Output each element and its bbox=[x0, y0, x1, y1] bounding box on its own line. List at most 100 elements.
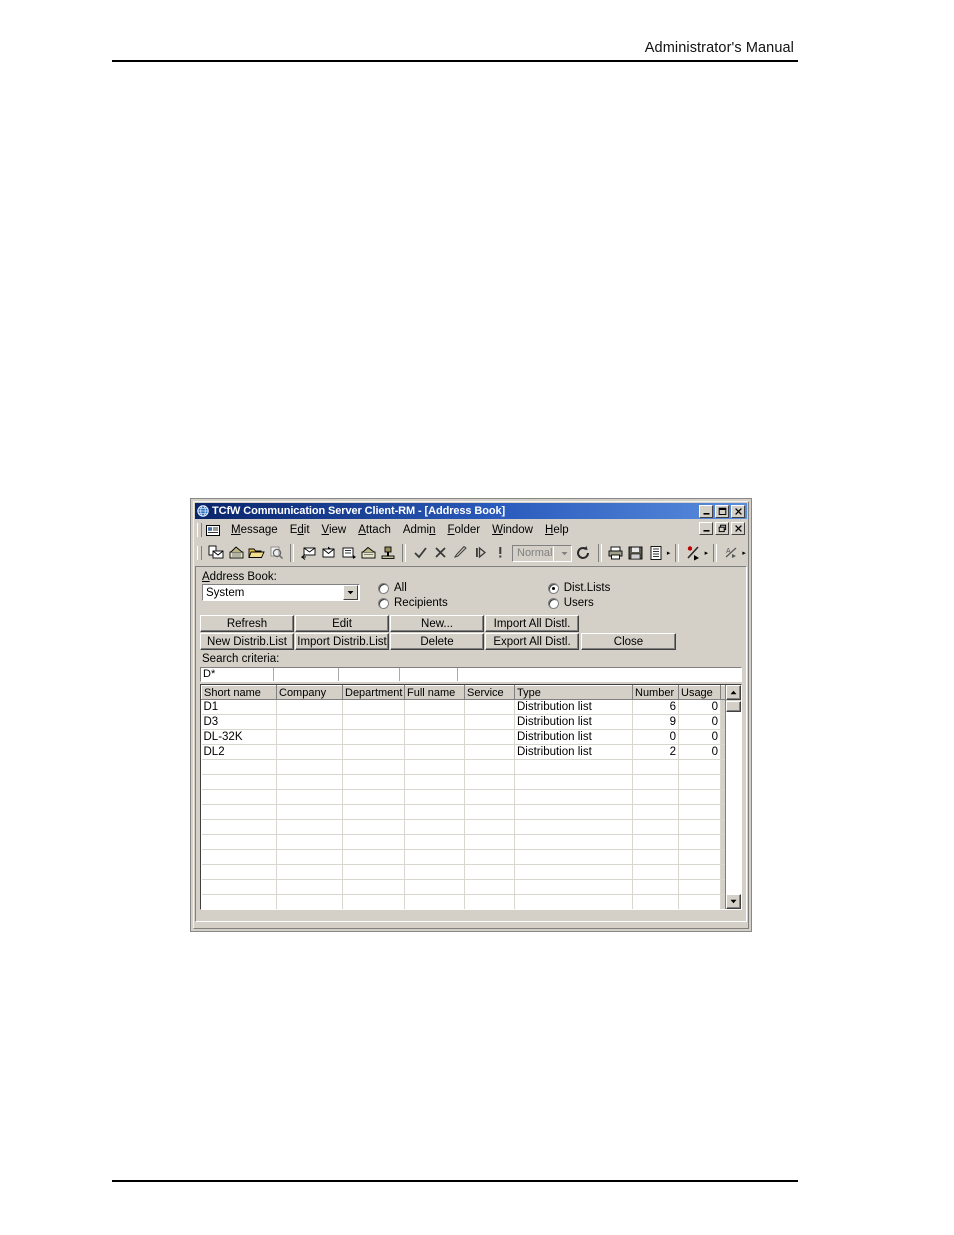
radio-all[interactable]: All bbox=[378, 582, 448, 594]
mark-read-icon[interactable] bbox=[683, 543, 703, 563]
chevron-down-icon[interactable] bbox=[343, 585, 358, 600]
menu-item-help[interactable]: Help bbox=[539, 523, 575, 537]
toolbar-drag-grip[interactable] bbox=[197, 546, 202, 560]
cell-usage: 0 bbox=[678, 744, 721, 760]
results-vertical-scrollbar[interactable] bbox=[725, 685, 741, 909]
column-header-number[interactable]: Number bbox=[632, 685, 679, 700]
save-icon[interactable] bbox=[626, 543, 646, 563]
table-row-empty[interactable] bbox=[201, 774, 725, 790]
cell-empty bbox=[276, 849, 343, 865]
menu-item-view[interactable]: View bbox=[316, 523, 353, 537]
edit-button[interactable]: Edit bbox=[295, 615, 389, 632]
scroll-down-button[interactable] bbox=[726, 894, 741, 909]
toolbar-overflow-icon[interactable]: ▸ bbox=[666, 547, 672, 559]
forward-icon[interactable] bbox=[338, 543, 358, 563]
column-header-full-name[interactable]: Full name bbox=[404, 685, 465, 700]
menu-item-attach[interactable]: Attach bbox=[352, 523, 397, 537]
delete-button[interactable]: Delete bbox=[390, 633, 484, 650]
import-all-distl-button[interactable]: Import All Distl. bbox=[485, 615, 579, 632]
address-book-combo[interactable]: System bbox=[202, 584, 360, 601]
column-header-type[interactable]: Type bbox=[514, 685, 633, 700]
column-header-usage[interactable]: Usage bbox=[678, 685, 721, 700]
table-row-empty[interactable] bbox=[201, 804, 725, 820]
address-book-icon[interactable] bbox=[358, 543, 378, 563]
table-row[interactable]: D3 Distribution list 9 0 bbox=[201, 714, 725, 730]
mdi-close-button[interactable] bbox=[731, 522, 745, 535]
mdi-minimize-button[interactable] bbox=[699, 522, 713, 535]
scroll-track[interactable] bbox=[726, 712, 741, 894]
menu-item-message[interactable]: MMessageessage bbox=[225, 523, 284, 537]
refresh-icon[interactable] bbox=[574, 543, 594, 563]
cell-empty bbox=[514, 834, 633, 850]
search-input-company[interactable] bbox=[274, 668, 339, 681]
import-distrib-list-button[interactable]: Import Distrib.List bbox=[295, 633, 389, 650]
close-button[interactable] bbox=[731, 504, 745, 518]
menu-item-edit[interactable]: Edit bbox=[284, 523, 316, 537]
new-distrib-list-button[interactable]: New Distrib.List bbox=[200, 633, 294, 650]
chevron-down-icon[interactable] bbox=[552, 545, 571, 561]
priority-combo[interactable]: Normal bbox=[512, 544, 572, 562]
toolbar-overflow-icon[interactable]: ▸ bbox=[741, 547, 747, 559]
table-row[interactable]: D1 Distribution list 6 0 bbox=[201, 699, 725, 715]
signature-icon[interactable]: A bbox=[721, 543, 741, 563]
mdi-restore-button[interactable] bbox=[715, 522, 729, 535]
document-icon[interactable] bbox=[206, 524, 220, 536]
export-all-distl-button[interactable]: Export All Distl. bbox=[485, 633, 579, 650]
send-icon[interactable] bbox=[378, 543, 398, 563]
open-folder-icon[interactable] bbox=[246, 543, 266, 563]
column-header-short-name[interactable]: Short name bbox=[201, 685, 277, 700]
new-address-icon[interactable] bbox=[226, 543, 246, 563]
find-icon[interactable] bbox=[266, 543, 286, 563]
toolbar-overflow-icon[interactable]: ▸ bbox=[703, 547, 709, 559]
close-dialog-button[interactable]: Close bbox=[581, 633, 676, 650]
table-row-empty[interactable] bbox=[201, 864, 725, 880]
table-row-empty[interactable] bbox=[201, 894, 725, 909]
reply-all-icon[interactable] bbox=[318, 543, 338, 563]
table-row[interactable]: DL2 Distribution list 2 0 bbox=[201, 744, 725, 760]
priority-icon[interactable] bbox=[490, 543, 510, 563]
new-message-icon[interactable] bbox=[206, 543, 226, 563]
cell-empty bbox=[404, 759, 465, 775]
scroll-up-button[interactable] bbox=[726, 685, 741, 700]
cell-empty bbox=[464, 894, 515, 909]
check-icon[interactable] bbox=[410, 543, 430, 563]
delete-x-icon[interactable] bbox=[430, 543, 450, 563]
table-row-empty[interactable] bbox=[201, 789, 725, 805]
table-row-empty[interactable] bbox=[201, 834, 725, 850]
cell-empty bbox=[201, 894, 277, 909]
search-input-full-name[interactable] bbox=[400, 668, 459, 681]
properties-icon[interactable] bbox=[646, 543, 666, 563]
cell-empty bbox=[464, 879, 515, 895]
radio-users[interactable]: Users bbox=[547, 597, 611, 609]
cell-empty bbox=[514, 894, 633, 909]
radio-dist-lists[interactable]: Dist.Lists bbox=[547, 582, 610, 594]
column-header-department[interactable]: Department bbox=[342, 685, 405, 700]
reply-icon[interactable] bbox=[298, 543, 318, 563]
menu-item-window[interactable]: Window bbox=[486, 523, 539, 537]
search-input-service[interactable] bbox=[458, 668, 741, 681]
search-input-short-name[interactable]: D* bbox=[201, 668, 275, 681]
refresh-button[interactable]: Refresh bbox=[200, 615, 294, 632]
table-row-empty[interactable] bbox=[201, 819, 725, 835]
cell-number: 0 bbox=[632, 729, 679, 745]
cell-usage: 0 bbox=[678, 714, 721, 730]
next-icon[interactable] bbox=[470, 543, 490, 563]
menu-drag-grip[interactable] bbox=[197, 523, 202, 537]
table-row-empty[interactable] bbox=[201, 849, 725, 865]
window-controls bbox=[699, 504, 745, 518]
new-button[interactable]: New... bbox=[390, 615, 484, 632]
column-header-service[interactable]: Service bbox=[464, 685, 515, 700]
menu-item-folder[interactable]: Folder bbox=[441, 523, 486, 537]
column-header-company[interactable]: Company bbox=[276, 685, 343, 700]
table-row-empty[interactable] bbox=[201, 759, 725, 775]
table-row-empty[interactable] bbox=[201, 879, 725, 895]
radio-recipients[interactable]: Recipients bbox=[378, 597, 448, 609]
scroll-thumb[interactable] bbox=[726, 701, 741, 712]
menu-item-admin[interactable]: Admin bbox=[397, 523, 442, 537]
search-input-department[interactable] bbox=[339, 668, 400, 681]
maximize-button[interactable] bbox=[715, 504, 729, 518]
minimize-button[interactable] bbox=[699, 504, 713, 518]
edit-pen-icon[interactable] bbox=[450, 543, 470, 563]
table-row[interactable]: DL-32K Distribution list 0 0 bbox=[201, 729, 725, 745]
print-icon[interactable] bbox=[606, 543, 626, 563]
